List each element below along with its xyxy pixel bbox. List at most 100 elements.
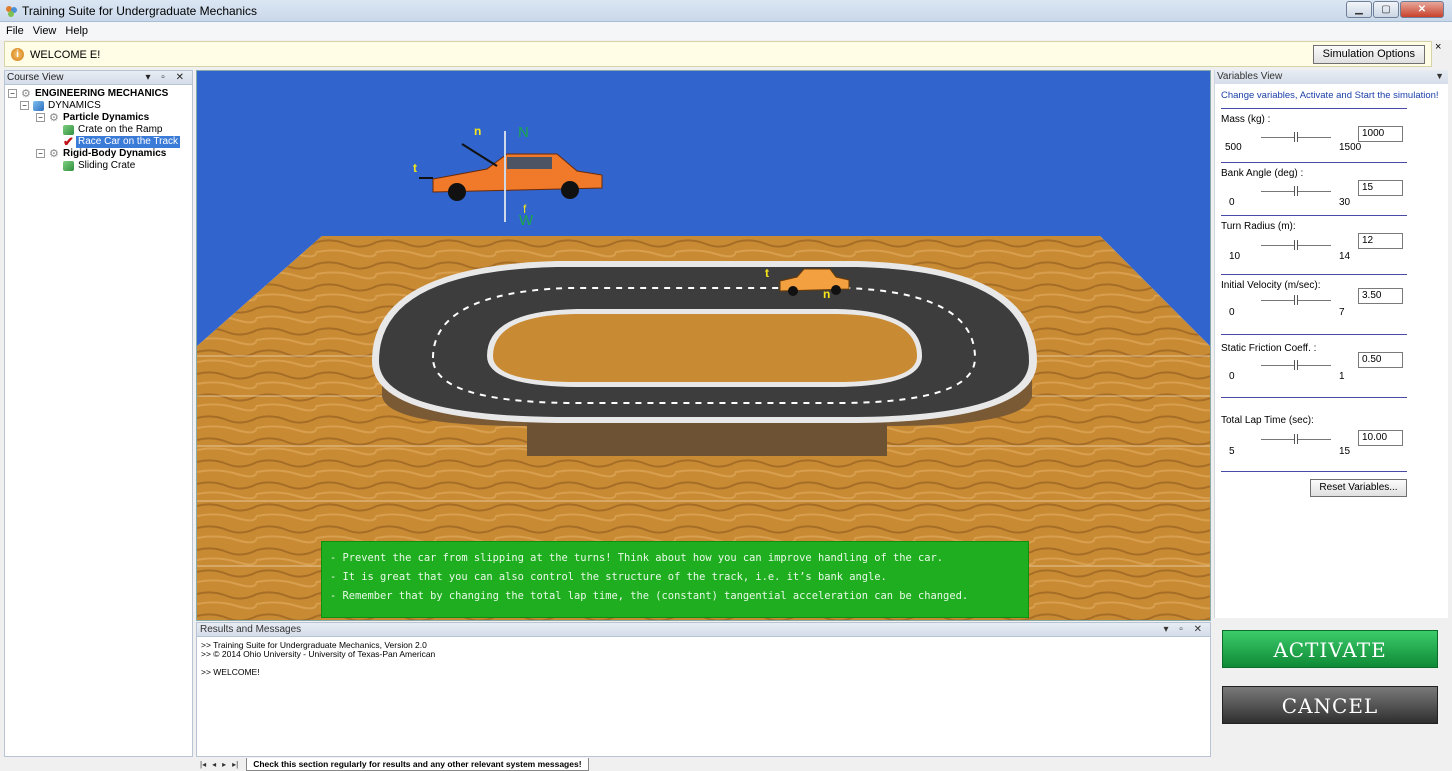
variable-initial-velocity: Initial Velocity (m/sec): 0 7 3.50 [1221, 274, 1407, 340]
tree-item-engineering-mechanics[interactable]: − ⚙ ENGINEERING MECHANICS [5, 88, 192, 100]
divider [1221, 215, 1407, 216]
static-friction-input[interactable]: 0.50 [1358, 352, 1403, 368]
tree-item-sliding-crate[interactable]: Sliding Crate [5, 160, 192, 172]
app-icon [6, 6, 17, 17]
close-button[interactable]: ✕ [1400, 1, 1444, 18]
initial-velocity-input[interactable]: 3.50 [1358, 288, 1403, 304]
slider-min: 5 [1229, 446, 1235, 457]
divider [1221, 334, 1407, 335]
cube-icon [63, 161, 74, 171]
race-car-on-track [779, 268, 850, 296]
variable-label: Initial Velocity (m/sec): [1221, 280, 1321, 291]
mass-input[interactable]: 1000 [1358, 126, 1403, 142]
bank-angle-input[interactable]: 15 [1358, 180, 1403, 196]
hint-box: - Prevent the car from slipping at the t… [321, 541, 1029, 618]
slider-thumb[interactable] [1294, 240, 1298, 250]
slider-min: 0 [1229, 197, 1235, 208]
variables-view-panel: Variables View ▼ Change variables, Activ… [1214, 70, 1448, 618]
menu-file[interactable]: File [6, 25, 24, 37]
divider [1221, 471, 1407, 472]
simulation-viewport[interactable]: n N t f W t n - Prevent the car from sli… [196, 70, 1211, 621]
collapse-toggle-icon[interactable]: − [20, 101, 29, 110]
panel-controls-icon[interactable]: ▾ ▫ ✕ [146, 71, 189, 84]
slider-min: 0 [1229, 371, 1235, 382]
menu-view[interactable]: View [33, 25, 57, 37]
slider-max: 1500 [1339, 142, 1362, 153]
race-track [372, 261, 1037, 456]
next-page-icon[interactable]: ▸ [222, 760, 226, 769]
tree-item-crate-on-ramp[interactable]: Crate on the Ramp [5, 124, 192, 136]
menu-help[interactable]: Help [65, 25, 88, 37]
course-view-title: Course View [7, 72, 64, 83]
slider-min: 0 [1229, 307, 1235, 318]
results-header: Results and Messages ▾ ▫ ✕ [197, 623, 1210, 637]
info-bar: i WELCOME E! Simulation Options [4, 41, 1432, 67]
total-lap-time-input[interactable]: 10.00 [1358, 430, 1403, 446]
welcome-message: WELCOME E! [30, 49, 101, 61]
divider [1221, 274, 1407, 275]
tree-item-dynamics[interactable]: − DYNAMICS [5, 100, 192, 112]
cube-icon [33, 101, 44, 111]
panel-controls-icon[interactable]: ▾ ▫ ✕ [1164, 623, 1207, 636]
variable-turn-radius: Turn Radius (m): 10 14 12 [1221, 215, 1407, 281]
gear-icon: ⚙ [49, 112, 59, 124]
log-line: >> WELCOME! [201, 667, 260, 677]
slider-thumb[interactable] [1294, 360, 1298, 370]
slider-thumb[interactable] [1294, 295, 1298, 305]
collapse-toggle-icon[interactable]: − [36, 149, 45, 158]
results-panel: Results and Messages ▾ ▫ ✕ >> Training S… [196, 622, 1211, 757]
divider [1221, 162, 1407, 163]
force-label-n: n [474, 124, 482, 138]
prev-page-icon[interactable]: ◂ [212, 760, 216, 769]
results-log: >> Training Suite for Undergraduate Mech… [197, 637, 1210, 681]
last-page-icon[interactable]: ▸| [232, 760, 238, 769]
force-label-N: N [518, 124, 529, 141]
chevron-down-icon[interactable]: ▼ [1435, 70, 1444, 83]
tree-item-rigid-body-dynamics[interactable]: − ⚙ Rigid-Body Dynamics [5, 148, 192, 160]
results-tab[interactable]: Check this section regularly for results… [246, 758, 589, 771]
gear-icon: ⚙ [21, 88, 31, 100]
turn-radius-input[interactable]: 12 [1358, 233, 1403, 249]
first-page-icon[interactable]: |◂ [200, 760, 206, 769]
variable-static-friction: Static Friction Coeff. : 0 1 0.50 [1221, 334, 1407, 400]
results-title: Results and Messages [200, 624, 302, 635]
variables-view-header: Variables View ▼ [1215, 70, 1448, 84]
menu-bar: File View Help [0, 22, 1452, 40]
maximize-button[interactable]: ▢ [1373, 1, 1399, 18]
gear-icon: ⚙ [49, 148, 59, 160]
force-label-W: W [519, 212, 534, 229]
activate-button[interactable]: ACTIVATE [1222, 630, 1438, 668]
simulation-options-button[interactable]: Simulation Options [1312, 45, 1425, 64]
course-view-header: Course View ▾ ▫ ✕ [5, 71, 192, 85]
force-label-t: t [413, 161, 417, 175]
free-body-car [419, 131, 603, 222]
course-tree: − ⚙ ENGINEERING MECHANICS − DYNAMICS − ⚙… [5, 85, 192, 172]
infobar-close-icon[interactable]: × [1435, 41, 1441, 53]
slider-max: 14 [1339, 251, 1351, 262]
variable-label: Static Friction Coeff. : [1221, 343, 1317, 354]
collapse-toggle-icon[interactable]: − [8, 89, 17, 98]
slider-thumb[interactable] [1294, 434, 1298, 444]
info-icon: i [11, 48, 24, 61]
reset-variables-button[interactable]: Reset Variables... [1310, 479, 1407, 497]
log-line: >> © 2014 Ohio University - University o… [201, 649, 436, 659]
variable-label: Total Lap Time (sec): [1221, 415, 1314, 426]
slider-thumb[interactable] [1294, 132, 1298, 142]
tree-item-particle-dynamics[interactable]: − ⚙ Particle Dynamics [5, 112, 192, 124]
collapse-toggle-icon[interactable]: − [36, 113, 45, 122]
hint-line: - It is great that you can also control … [330, 571, 887, 583]
track-label-t: t [765, 266, 769, 280]
results-tab-bar: |◂ ◂ ▸ ▸| Check this section regularly f… [196, 758, 1211, 771]
minimize-button[interactable]: ▁ [1346, 1, 1372, 18]
slider-thumb[interactable] [1294, 186, 1298, 196]
hint-line: - Remember that by changing the total la… [330, 590, 969, 602]
slider-max: 30 [1339, 197, 1351, 208]
course-view-panel: Course View ▾ ▫ ✕ − ⚙ ENGINEERING MECHAN… [4, 70, 193, 757]
slider-min: 500 [1225, 142, 1242, 153]
cancel-button[interactable]: CANCEL [1222, 686, 1438, 724]
tree-item-race-car[interactable]: ✔ Race Car on the Track [5, 135, 192, 148]
window-title: Training Suite for Undergraduate Mechani… [22, 4, 258, 18]
hint-line: - Prevent the car from slipping at the t… [330, 552, 944, 564]
variable-label: Mass (kg) : [1221, 114, 1271, 125]
